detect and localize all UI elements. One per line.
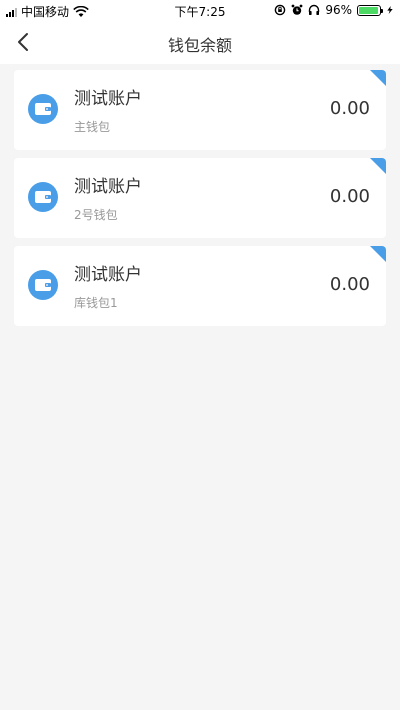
wallet-icon [28,94,58,124]
corner-marker [370,246,386,262]
nav-bar: 钱包余额 [0,20,400,64]
wallet-balance: 0.00 [329,98,370,119]
charging-icon [387,6,393,14]
wallet-balance: 0.00 [329,274,370,295]
status-bar: 中国移动 下午7:25 96% [0,0,400,20]
battery-icon [357,4,383,16]
battery-percent: 96% [325,3,352,17]
status-right: 96% [274,3,394,17]
account-card-main[interactable]: 测试账户 主钱包 0.00 [14,70,386,150]
wallet-balance: 0.00 [329,186,370,207]
page-title: 钱包余额 [167,36,232,55]
account-name: 测试账户 [74,89,142,109]
alarm-icon [291,4,303,15]
account-list: 测试账户 主钱包 0.00 测试账户 2号钱包 0.00 测试账户 库钱包1 0… [14,70,386,334]
wallet-name: 2号钱包 [74,208,118,222]
account-name: 测试账户 [74,265,142,285]
corner-marker [370,70,386,86]
account-card-vault[interactable]: 测试账户 库钱包1 0.00 [14,246,386,326]
wallet-name: 库钱包1 [74,296,118,310]
wallet-icon [28,182,58,212]
rotation-lock-icon [275,4,286,16]
headphones-icon [309,4,320,15]
corner-marker [370,158,386,174]
account-name: 测试账户 [74,177,142,197]
wallet-icon [28,270,58,300]
wallet-name: 主钱包 [74,120,111,134]
account-card-2[interactable]: 测试账户 2号钱包 0.00 [14,158,386,238]
